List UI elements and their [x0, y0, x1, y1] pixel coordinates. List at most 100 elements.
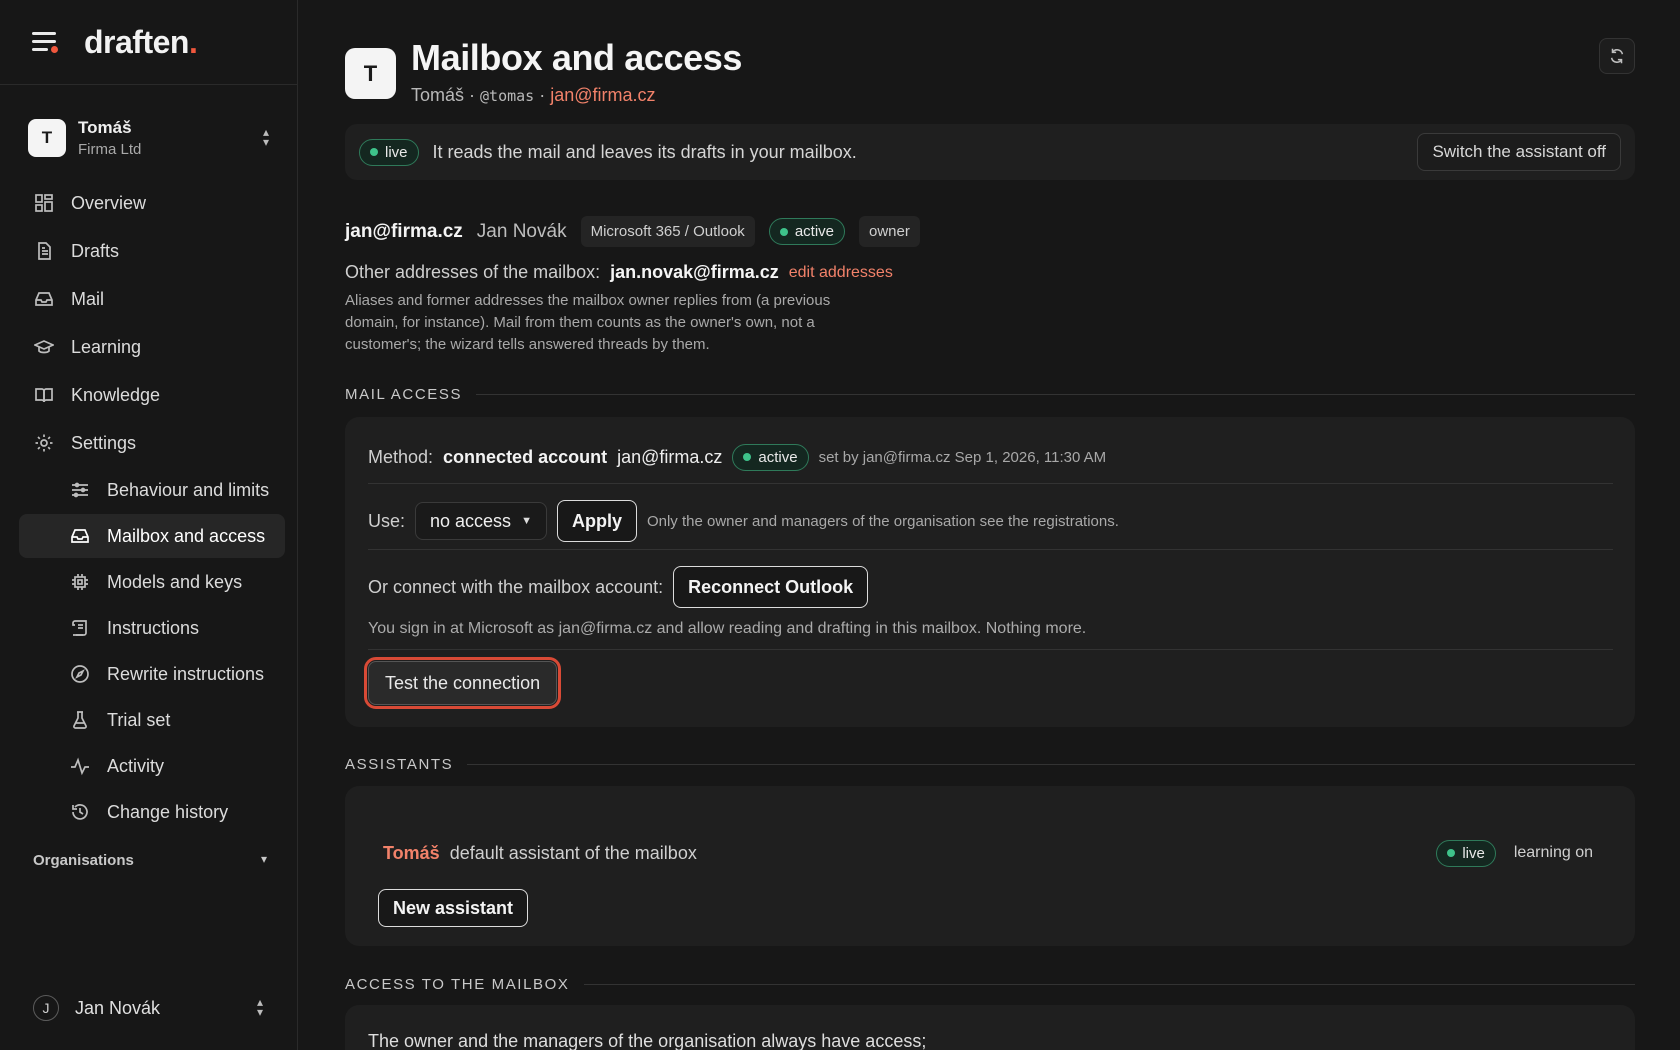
main-content: T Mailbox and access Tomáš · @tomas · ja…: [345, 0, 1635, 1050]
connect-hint: You sign in at Microsoft as jan@firma.cz…: [368, 620, 1087, 637]
subtitle-email-link[interactable]: jan@firma.cz: [550, 85, 655, 105]
sidebar-item-label: Learning: [71, 336, 142, 357]
section-mail-access: MAIL ACCESS: [345, 386, 1635, 403]
switch-assistant-off-button[interactable]: Switch the assistant off: [1417, 133, 1621, 171]
section-title: ASSISTANTS: [345, 756, 454, 773]
assistant-name-link[interactable]: Tomáš: [383, 843, 440, 864]
account-status-badge: active: [768, 218, 845, 245]
status-dot: [370, 148, 378, 156]
scroll-icon: [69, 617, 91, 639]
inbox-icon: [69, 525, 91, 547]
document-icon: [33, 240, 55, 262]
status-badge: live: [359, 138, 419, 166]
sidebar-item-knowledge[interactable]: Knowledge: [19, 372, 285, 418]
test-connection-button[interactable]: Test the connection: [363, 657, 562, 709]
reconnect-outlook-button[interactable]: Reconnect Outlook: [673, 566, 869, 608]
sidebar-subitem-models[interactable]: Models and keys: [19, 560, 285, 604]
chevron-down-icon: ▼: [521, 515, 532, 527]
provider-tag: Microsoft 365 / Outlook: [580, 216, 755, 247]
page-title: Mailbox and access: [411, 37, 742, 78]
access-select[interactable]: no access ▼: [415, 502, 547, 540]
organisations-toggle[interactable]: Organisations ▾: [33, 852, 267, 869]
status-badge-label: live: [385, 143, 408, 161]
subtitle-separator: ·: [534, 85, 551, 105]
role-tag: owner: [859, 216, 920, 247]
aliases-label: Other addresses of the mailbox:: [345, 262, 601, 282]
sidebar-item-label: Drafts: [71, 240, 120, 261]
edit-addresses-link[interactable]: edit addresses: [789, 264, 893, 282]
sidebar-item-label: Mailbox and access: [107, 525, 266, 546]
new-assistant-button[interactable]: New assistant: [378, 889, 529, 927]
learning-status: learning on: [1513, 844, 1593, 861]
account-email: jan@firma.cz: [345, 220, 463, 242]
sidebar-item-overview[interactable]: Overview: [19, 180, 285, 226]
status-dot: [743, 453, 752, 461]
aliases-help-text: Aliases and former addresses the mailbox…: [345, 292, 831, 353]
status-dot: [779, 227, 788, 236]
sidebar-item-label: Models and keys: [107, 571, 243, 592]
sidebar-item-label: Instructions: [107, 617, 200, 638]
sidebar-subitem-rewrite[interactable]: Rewrite instructions: [19, 652, 285, 696]
sidebar-item-drafts[interactable]: Drafts: [19, 228, 285, 274]
sidebar-item-settings[interactable]: Settings: [19, 420, 285, 466]
method-email: jan@firma.cz: [617, 446, 723, 467]
flask-icon: [69, 709, 91, 731]
sidebar-item-mail[interactable]: Mail: [19, 276, 285, 322]
alias-value: jan.novak@firma.cz: [610, 262, 779, 282]
list-item[interactable]: Tomáš default assistant of the mailbox l…: [383, 836, 1593, 870]
sidebar-subitem-history[interactable]: Change history: [19, 790, 285, 834]
sidebar-item-label: Rewrite instructions: [107, 663, 265, 684]
menu-icon[interactable]: [32, 30, 60, 54]
page-subtitle: Tomáš · @tomas · jan@firma.cz: [411, 85, 656, 106]
subtitle-separator: ·: [464, 85, 481, 105]
section-title: ACCESS TO THE MAILBOX: [345, 976, 570, 993]
connect-label: Or connect with the mailbox account:: [368, 576, 664, 597]
refresh-button[interactable]: [1599, 38, 1635, 74]
subtitle-handle: @tomas: [480, 87, 535, 105]
sidebar-item-label: Overview: [71, 192, 147, 213]
status-banner: live It reads the mail and leaves its dr…: [345, 124, 1635, 180]
test-row: Test the connection: [363, 657, 1613, 709]
use-hint: Only the owner and managers of the organ…: [646, 512, 1119, 530]
aliases-row: Other addresses of the mailbox: jan.nova…: [345, 262, 893, 283]
refresh-icon: [1610, 48, 1624, 64]
sidebar: draften. T Tomáš Firma Ltd ▴ ▾ Overview D…: [0, 0, 298, 1050]
user-menu[interactable]: J Jan Novák ▴ ▾: [33, 993, 267, 1023]
method-label: Method:: [368, 446, 434, 467]
gear-icon: [33, 432, 55, 454]
use-label: Use:: [368, 510, 406, 531]
cpu-icon: [69, 571, 91, 593]
sidebar-item-label: Mail: [71, 288, 105, 309]
status-badge-label: active: [758, 448, 798, 466]
sidebar-subitem-behaviour[interactable]: Behaviour and limits: [19, 468, 285, 512]
inbox-icon: [33, 288, 55, 310]
sidebar-item-learning[interactable]: Learning: [19, 324, 285, 370]
sidebar-item-label: Knowledge: [71, 384, 161, 405]
sidebar-item-label: Trial set: [107, 709, 171, 730]
connect-row: Or connect with the mailbox account: Rec…: [368, 565, 1613, 609]
access-select-value: no access: [430, 510, 512, 531]
method-value: connected account: [443, 446, 608, 467]
assistant-description: default assistant of the mailbox: [449, 842, 697, 863]
grid-icon: [33, 192, 55, 214]
sidebar-subitem-trial[interactable]: Trial set: [19, 698, 285, 742]
sidebar-subitem-instructions[interactable]: Instructions: [19, 606, 285, 650]
sidebar-item-label: Settings: [71, 432, 137, 453]
chevron-updown-icon: ▴ ▾: [262, 125, 270, 149]
avatar: J: [33, 995, 59, 1021]
logo[interactable]: draften.: [84, 24, 198, 61]
sidebar-subitem-mailbox[interactable]: Mailbox and access: [19, 514, 285, 558]
brand-row: draften.: [0, 0, 297, 85]
method-row: Method: connected account jan@firma.cz a…: [368, 439, 1613, 475]
assistants-card: Tomáš default assistant of the mailbox l…: [345, 786, 1635, 946]
mail-access-card: Method: connected account jan@firma.cz a…: [345, 417, 1635, 727]
access-card: The owner and the managers of the organi…: [345, 1005, 1635, 1050]
sidebar-subitem-activity[interactable]: Activity: [19, 744, 285, 788]
section-assistants: ASSISTANTS: [345, 756, 1635, 773]
use-row: Use: no access ▼ Apply Only the owner an…: [368, 499, 1613, 543]
sidebar-nav: Overview Drafts Mail Learning Knowledge …: [19, 180, 285, 836]
org-switcher[interactable]: T Tomáš Firma Ltd ▴ ▾: [28, 113, 273, 163]
assistant-avatar: T: [345, 48, 396, 99]
apply-button[interactable]: Apply: [556, 500, 637, 542]
divider: [368, 483, 1613, 484]
